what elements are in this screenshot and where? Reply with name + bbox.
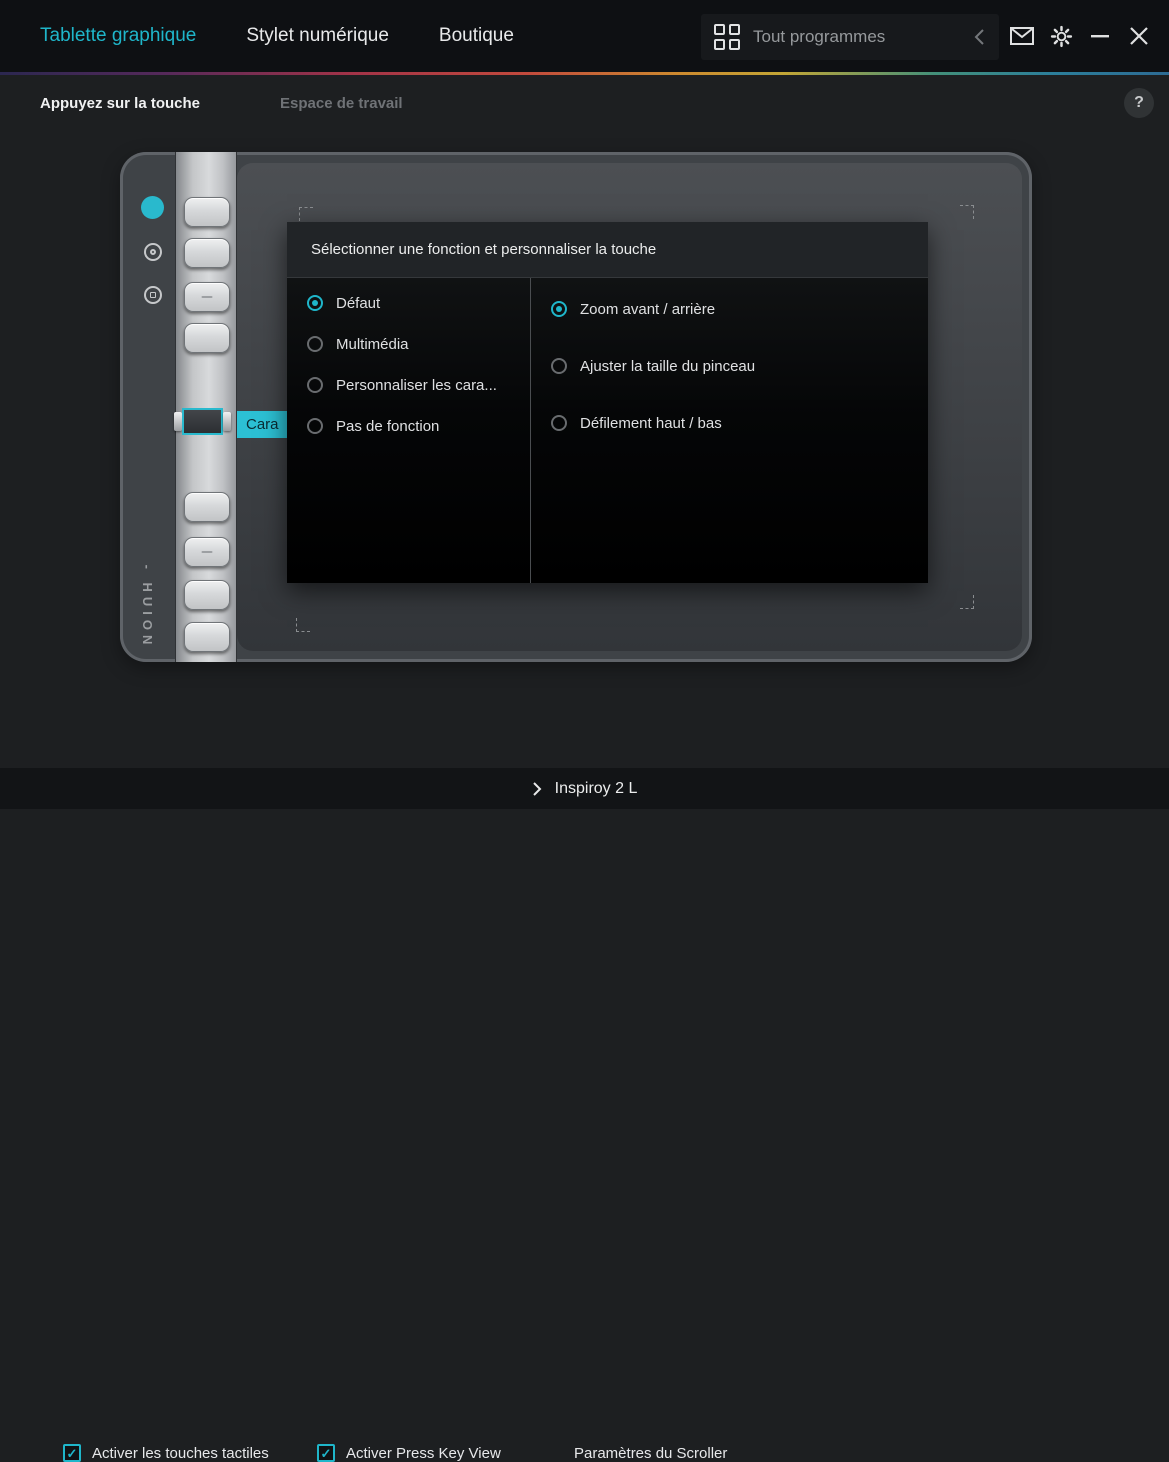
- press-key-7[interactable]: [184, 580, 230, 610]
- dialog-title: Sélectionner une fonction et personnalis…: [287, 222, 928, 278]
- window-controls: [1010, 0, 1151, 72]
- minimize-icon[interactable]: [1088, 24, 1112, 48]
- nav-stylet-numerique[interactable]: Stylet numérique: [246, 25, 389, 47]
- radio-defilement-haut-bas[interactable]: Défilement haut / bas: [551, 411, 928, 435]
- close-icon[interactable]: [1127, 24, 1151, 48]
- chevron-right-icon: [532, 781, 542, 797]
- radio-button-icon: [307, 377, 323, 393]
- mail-icon[interactable]: [1010, 24, 1034, 48]
- checkbox-icon: [317, 1444, 335, 1462]
- active-area-corner-mark: [296, 618, 310, 632]
- checkbox-touch-keys[interactable]: Activer les touches tactiles: [63, 1444, 269, 1462]
- device-name: Inspiroy 2 L: [555, 780, 638, 798]
- settings-gear-icon[interactable]: [1049, 24, 1073, 48]
- press-key-strip: [175, 152, 237, 662]
- radio-button-icon: [551, 415, 567, 431]
- main-nav: Tablette graphique Stylet numérique Bout…: [40, 0, 514, 72]
- footer-options: Activer les touches tactiles Activer Pre…: [0, 718, 1169, 758]
- radio-button-icon: [307, 418, 323, 434]
- press-key-5[interactable]: [184, 492, 230, 522]
- active-key-indicator-icon: [141, 196, 164, 219]
- radio-button-icon: [307, 295, 323, 311]
- radio-button-icon: [307, 336, 323, 352]
- function-category-list: Défaut Multimédia Personnaliser les cara…: [287, 278, 531, 583]
- active-area-corner-mark: [299, 207, 313, 221]
- program-selector[interactable]: Tout programmes: [701, 14, 999, 60]
- press-key-6[interactable]: [184, 537, 230, 567]
- radio-multimedia[interactable]: Multimédia: [307, 332, 530, 356]
- device-status-bar[interactable]: Inspiroy 2 L: [0, 768, 1169, 809]
- radio-button-icon: [551, 301, 567, 317]
- scroller-wheel[interactable]: [174, 408, 231, 435]
- press-key-1[interactable]: [184, 197, 230, 227]
- radio-defaut[interactable]: Défaut: [307, 291, 530, 315]
- checkbox-press-key-view[interactable]: Activer Press Key View: [317, 1444, 501, 1462]
- active-area-corner-mark: [960, 595, 974, 609]
- scroller-settings-link[interactable]: Paramètres du Scroller: [574, 1444, 727, 1462]
- nav-tablette-graphique[interactable]: Tablette graphique: [40, 25, 196, 47]
- press-key-3[interactable]: [184, 282, 230, 312]
- help-icon[interactable]: ?: [1124, 88, 1154, 118]
- radio-personnaliser[interactable]: Personnaliser les cara...: [307, 373, 530, 397]
- tab-press-key[interactable]: Appuyez sur la touche: [40, 95, 200, 112]
- all-programs-grid-icon: [714, 24, 740, 50]
- radio-pas-de-fonction[interactable]: Pas de fonction: [307, 414, 530, 438]
- press-key-2[interactable]: [184, 238, 230, 268]
- key-function-tooltip: Cara: [237, 411, 291, 438]
- radio-ajuster-taille-pinceau[interactable]: Ajuster la taille du pinceau: [551, 354, 928, 378]
- nav-boutique[interactable]: Boutique: [439, 25, 514, 47]
- sub-tab-row: Appuyez sur la touche Espace de travail: [0, 75, 1169, 131]
- radio-zoom-avant-arriere[interactable]: Zoom avant / arrière: [551, 297, 928, 321]
- checkbox-icon: [63, 1444, 81, 1462]
- pen-button-upper-icon[interactable]: [144, 243, 162, 261]
- program-selector-label: Tout programmes: [753, 27, 974, 47]
- tab-workspace[interactable]: Espace de travail: [280, 95, 403, 112]
- press-key-8[interactable]: [184, 622, 230, 652]
- top-bar: Tablette graphique Stylet numérique Bout…: [0, 0, 1169, 72]
- brand-logo: - HUION: [141, 542, 155, 662]
- radio-button-icon: [551, 358, 567, 374]
- function-option-list: Zoom avant / arrière Ajuster la taille d…: [531, 278, 928, 583]
- press-key-4[interactable]: [184, 323, 230, 353]
- pen-button-lower-icon[interactable]: [144, 286, 162, 304]
- key-function-dialog: Sélectionner une fonction et personnalis…: [287, 222, 928, 583]
- active-area-corner-mark: [960, 205, 974, 219]
- chevron-left-icon[interactable]: [974, 28, 985, 46]
